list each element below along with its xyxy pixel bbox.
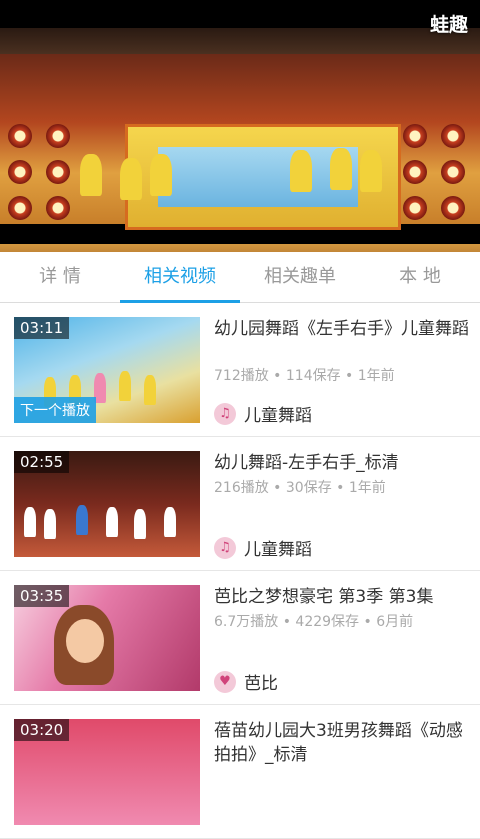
next-play-badge: 下一个播放: [14, 397, 96, 423]
stage-scene: [0, 54, 480, 252]
channel[interactable]: ♫ 儿童舞蹈: [214, 535, 312, 560]
video-thumbnail[interactable]: 03:20: [14, 719, 200, 825]
video-meta: 6.7万播放 • 4229保存 • 6月前: [214, 614, 414, 630]
list-item[interactable]: 02:55 幼儿舞蹈-左手右手_标清 216播放 • 30保存 • 1年前 ♫ …: [0, 437, 480, 571]
duration-badge: 03:35: [14, 585, 70, 607]
video-thumbnail[interactable]: 03:11 下一个播放: [14, 317, 200, 423]
channel-name: 儿童舞蹈: [244, 540, 312, 560]
channel-name: 儿童舞蹈: [244, 406, 312, 426]
list-item[interactable]: 03:20 蓓苗幼儿园大3班男孩舞蹈《动感拍拍》_标清: [0, 705, 480, 839]
video-meta: 216播放 • 30保存 • 1年前: [214, 480, 386, 496]
watermark-logo: 蛙趣: [429, 14, 468, 36]
duration-badge: 02:55: [14, 451, 70, 473]
tab-bar: 详 情 相关视频 相关趣单 本 地: [0, 252, 480, 303]
channel-avatar: ♫: [214, 536, 236, 559]
tab-related-lists[interactable]: 相关趣单: [240, 252, 360, 302]
tab-related-videos[interactable]: 相关视频: [120, 252, 240, 303]
video-title[interactable]: 幼儿园舞蹈《左手右手》儿童舞蹈: [214, 317, 476, 341]
tab-details[interactable]: 详 情: [0, 252, 120, 302]
duration-badge: 03:20: [14, 719, 70, 741]
list-item[interactable]: 03:11 下一个播放 幼儿园舞蹈《左手右手》儿童舞蹈 712播放 • 114保…: [0, 303, 480, 437]
video-thumbnail[interactable]: 02:55: [14, 451, 200, 557]
list-item[interactable]: 03:35 芭比之梦想豪宅 第3季 第3集 6.7万播放 • 4229保存 • …: [0, 571, 480, 705]
channel-avatar: ♥: [214, 670, 236, 693]
channel[interactable]: ♥ 芭比: [214, 669, 278, 694]
tab-local[interactable]: 本 地: [360, 252, 480, 302]
related-video-list: 03:11 下一个播放 幼儿园舞蹈《左手右手》儿童舞蹈 712播放 • 114保…: [0, 303, 480, 839]
channel-name: 芭比: [244, 674, 278, 694]
channel[interactable]: ♫ 儿童舞蹈: [214, 401, 312, 426]
stage-ceiling: [0, 28, 480, 54]
video-player[interactable]: 蛙趣: [0, 0, 480, 252]
video-meta: 712播放 • 114保存 • 1年前: [214, 368, 395, 384]
video-thumbnail[interactable]: 03:35: [14, 585, 200, 691]
duration-badge: 03:11: [14, 317, 70, 339]
video-title[interactable]: 芭比之梦想豪宅 第3季 第3集: [214, 585, 476, 609]
video-title[interactable]: 幼儿舞蹈-左手右手_标清: [214, 451, 476, 475]
video-title[interactable]: 蓓苗幼儿园大3班男孩舞蹈《动感拍拍》_标清: [214, 719, 476, 767]
channel-avatar: ♫: [214, 402, 236, 425]
